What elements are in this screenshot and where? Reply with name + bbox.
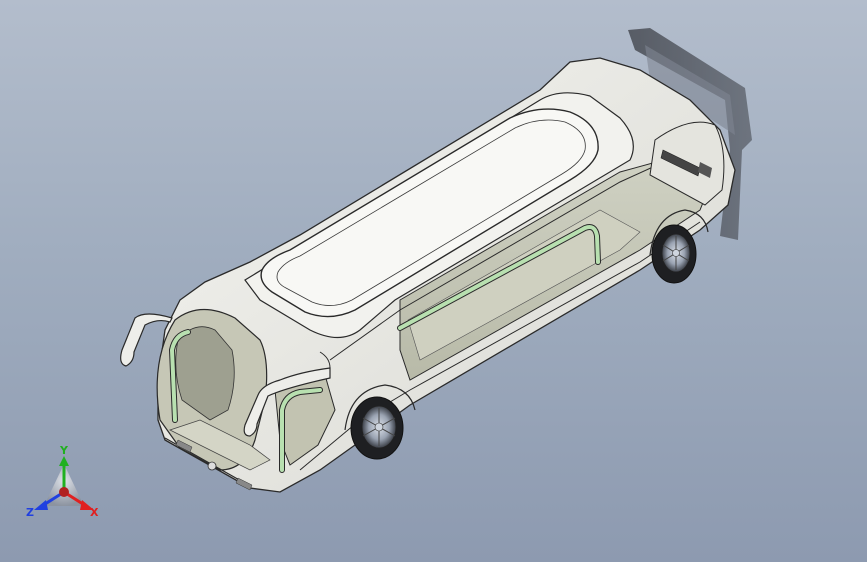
y-axis-label: Y xyxy=(59,444,69,457)
front-wheel xyxy=(350,396,404,460)
x-axis-label: X xyxy=(90,506,99,519)
rear-wheel xyxy=(651,224,697,284)
bus-3d-model[interactable] xyxy=(0,0,867,562)
triad-origin xyxy=(59,487,69,497)
front-emblem xyxy=(207,461,217,471)
bus-body xyxy=(156,57,736,493)
z-axis-label: Z xyxy=(26,506,34,519)
coordinate-triad[interactable]: Y X Z xyxy=(24,444,114,534)
cad-viewport[interactable]: Y X Z xyxy=(0,0,867,562)
